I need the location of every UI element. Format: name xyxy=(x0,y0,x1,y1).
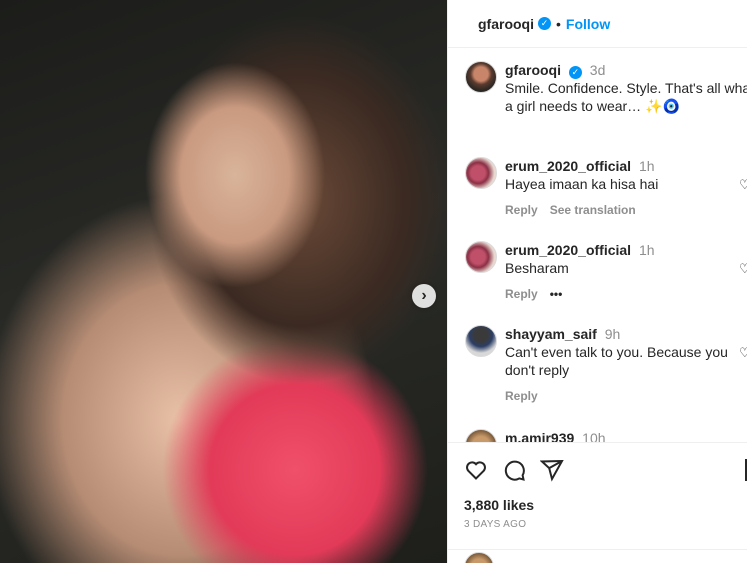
comment-text: Besharam xyxy=(505,260,569,276)
comment-time: 9h xyxy=(604,326,621,342)
reply-button[interactable]: Reply xyxy=(505,387,538,405)
avatar[interactable] xyxy=(465,241,497,273)
heart-icon[interactable]: ♡ xyxy=(739,177,747,192)
comment-time: 1h xyxy=(638,242,655,258)
comment-item: erum_2020_official 1h Hayea imaan ka his… xyxy=(465,157,747,219)
comment-text: Hayea imaan ka hisa hai xyxy=(505,176,659,192)
post-sidebar: gfarooqi ✓ • Follow gfarooqi ✓ 3d Smile.… xyxy=(447,0,747,563)
chevron-right-icon[interactable]: › xyxy=(412,284,436,308)
avatar[interactable] xyxy=(465,429,497,442)
comment-username[interactable]: m.amir939 xyxy=(505,430,574,442)
comment-username[interactable]: shayyam_saif xyxy=(505,326,597,342)
comment-icon[interactable] xyxy=(502,458,526,482)
follow-button[interactable]: Follow xyxy=(566,16,610,32)
comment-item: shayyam_saif 9h Can't even talk to you. … xyxy=(465,325,747,405)
comment-item: m.amir939 10h xyxy=(465,429,747,442)
comment-username[interactable]: erum_2020_official xyxy=(505,158,631,174)
comment-text: Can't even talk to you. Because you don'… xyxy=(505,344,728,378)
verified-badge-icon: ✓ xyxy=(538,17,551,30)
post-actions: 3,880 likes 3 DAYS AGO xyxy=(448,442,747,530)
see-translation-button[interactable]: See translation xyxy=(550,201,636,219)
post-caption: gfarooqi ✓ 3d Smile. Confidence. Style. … xyxy=(465,61,747,115)
caption-username[interactable]: gfarooqi xyxy=(505,62,561,78)
caption-text: Smile. Confidence. Style. That's all wha… xyxy=(505,80,747,114)
comments-list[interactable]: gfarooqi ✓ 3d Smile. Confidence. Style. … xyxy=(448,49,747,442)
separator-dot: • xyxy=(556,15,561,32)
comment-username[interactable]: erum_2020_official xyxy=(505,242,631,258)
avatar[interactable] xyxy=(465,157,497,189)
heart-icon[interactable]: ♡ xyxy=(739,345,747,360)
post-header: gfarooqi ✓ • Follow xyxy=(448,0,747,48)
comment-time: 1h xyxy=(638,158,655,174)
reply-button[interactable]: Reply xyxy=(505,201,538,219)
comment-item: erum_2020_official 1h Besharam Reply •••… xyxy=(465,241,747,303)
reply-button[interactable]: Reply xyxy=(505,285,538,303)
avatar xyxy=(464,552,494,563)
post-date: 3 DAYS AGO xyxy=(464,519,527,530)
avatar[interactable] xyxy=(465,325,497,357)
post-author-username[interactable]: gfarooqi xyxy=(478,16,534,32)
avatar[interactable] xyxy=(465,61,497,93)
caption-time: 3d xyxy=(589,62,606,78)
verified-badge-icon: ✓ xyxy=(568,65,582,79)
more-options-icon[interactable]: ••• xyxy=(550,285,563,303)
heart-icon[interactable] xyxy=(464,458,488,482)
heart-icon[interactable]: ♡ xyxy=(739,261,747,276)
share-icon[interactable] xyxy=(540,458,564,482)
post-photo: › xyxy=(0,0,447,563)
comment-time: 10h xyxy=(582,430,606,442)
add-comment-bar[interactable] xyxy=(448,549,747,563)
likes-count[interactable]: 3,880 likes xyxy=(464,497,731,513)
